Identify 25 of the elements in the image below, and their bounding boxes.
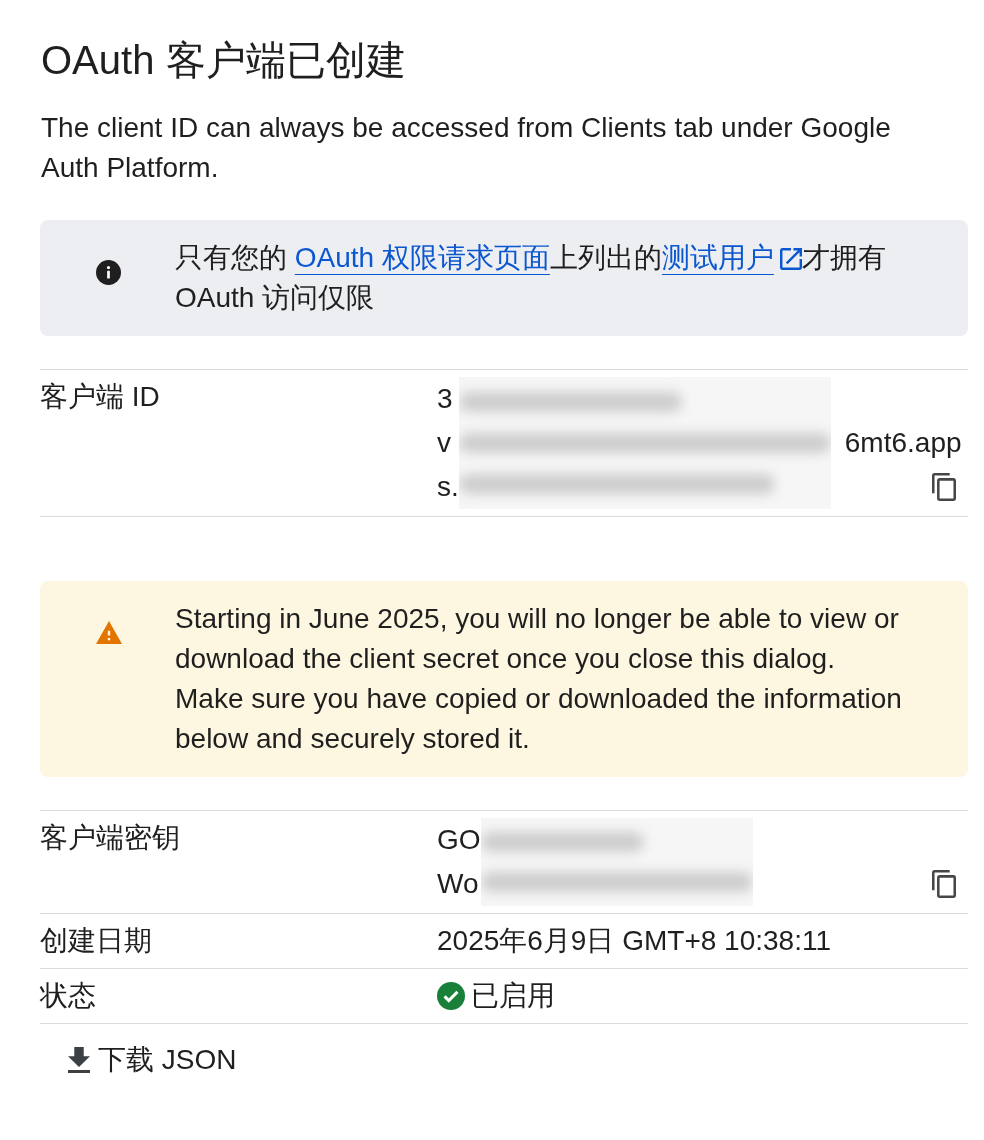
dialog-title: OAuth 客户端已创建	[40, 37, 407, 84]
download-icon	[68, 1047, 90, 1073]
notice-text: Starting in June 2025, you will no longer be able to view or download the client secret once you close this dialog. Make sure you have copied or downloaded the information below and securely stored it.	[175, 602, 903, 756]
value-text: Wo	[437, 867, 479, 901]
external-link-icon	[779, 248, 802, 270]
download-json-button[interactable]: 下载 JSON	[56, 1036, 249, 1084]
value-text: GO	[437, 823, 481, 857]
text-link[interactable]: OAuth 权限请求页面	[294, 242, 550, 273]
field-value: 2025年6月9日 GMT+8 10:38:11	[437, 924, 832, 958]
dialog-description: The client ID can always be accessed from Clients tab under Google Auth Platform.	[40, 111, 892, 185]
text-link[interactable]: 测试用户	[661, 242, 802, 273]
value-text: s.	[437, 470, 459, 504]
status-text: 已启用	[471, 979, 555, 1013]
copy-icon	[932, 870, 956, 898]
notice-text: 只有您的 OAuth 权限请求页面上列出的测试用户 才拥有 OAuth 访问仅限	[175, 241, 887, 315]
value-text: 3	[437, 382, 453, 416]
field-label: 创建日期	[40, 924, 152, 958]
field-label: 客户端密钥	[40, 821, 180, 855]
value-text: v	[437, 426, 451, 460]
value-text: 6mt6.app	[844, 426, 962, 460]
warning-icon	[96, 621, 122, 644]
field-label: 状态	[40, 979, 96, 1013]
field-label: 客户端 ID	[40, 380, 160, 414]
info-icon	[96, 260, 121, 285]
copy-icon	[932, 473, 956, 501]
